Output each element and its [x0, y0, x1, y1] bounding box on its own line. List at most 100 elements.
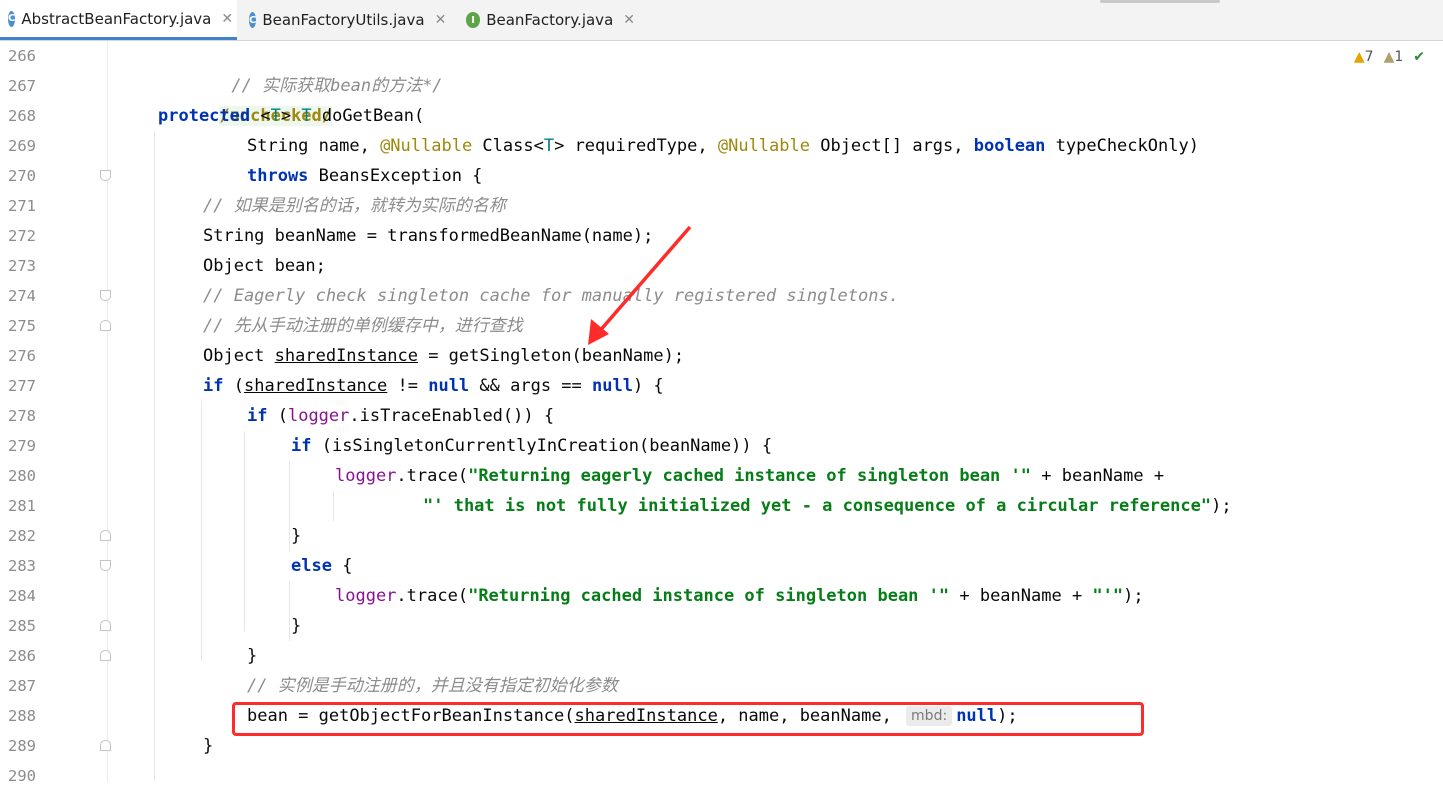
code-token: }	[291, 616, 302, 636]
code-token: }	[291, 526, 302, 546]
code-line-272[interactable]: String beanName = transformedBeanName(na…	[203, 221, 653, 251]
code-token: Object bean;	[203, 256, 326, 276]
code-token: doGetBean(	[311, 106, 425, 126]
line-number: 288	[8, 707, 36, 725]
code-token: }	[203, 736, 214, 756]
code-line-287[interactable]: // 实例是手动注册的，并且没有指定初始化参数	[247, 671, 618, 701]
code-line-266[interactable]: // 实际获取bean的方法*/	[170, 41, 442, 96]
line-number: 279	[8, 437, 36, 455]
line-number: 275	[8, 317, 36, 335]
line-number-gutter[interactable]: 266 267 268 269 270 271 272 273 274 275 …	[0, 41, 111, 785]
indent-guide	[201, 401, 202, 661]
code-line-275[interactable]: // 先从手动注册的单例缓存中，进行查找	[203, 311, 523, 341]
tab-scroll-indicator[interactable]	[1100, 0, 1220, 3]
class-icon: C	[8, 10, 16, 27]
code-token: );	[1123, 586, 1144, 606]
string-literal: "Returning cached instance of singleton …	[468, 586, 950, 606]
highlight-box	[232, 702, 1144, 736]
code-line-282[interactable]: }	[291, 521, 301, 551]
code-token: >	[280, 106, 302, 126]
code-line-286[interactable]: }	[247, 641, 257, 671]
code-line-289[interactable]: }	[203, 731, 213, 761]
code-token: !=	[387, 376, 429, 396]
field: logger	[335, 466, 397, 486]
indent-guide	[154, 131, 155, 781]
code-line-283[interactable]: else {	[291, 551, 352, 581]
code-line-278[interactable]: if (logger.isTraceEnabled()) {	[247, 401, 554, 431]
code-line-281[interactable]: "' that is not fully initialized yet - a…	[423, 491, 1232, 521]
code-line-267[interactable]: /unchecked/	[158, 71, 333, 126]
keyword: null	[428, 376, 470, 396]
code-line-277[interactable]: if (sharedInstance != null && args == nu…	[203, 371, 664, 401]
code-token: (	[223, 376, 244, 396]
code-token: Object[] args,	[809, 136, 974, 156]
comment: // 先从手动注册的单例缓存中，进行查找	[203, 316, 523, 336]
code-area[interactable]: // 实际获取bean的方法*/ /unchecked/ protected <…	[108, 41, 1443, 782]
code-token: BeansException {	[308, 166, 483, 186]
comment: // 如果是别名的话，就转为实际的名称	[203, 196, 506, 216]
variable: sharedInstance	[243, 376, 388, 396]
code-token: > requiredType,	[554, 136, 718, 156]
comment: // 实例是手动注册的，并且没有指定初始化参数	[247, 676, 618, 696]
type-param: T	[301, 106, 312, 126]
line-number: 267	[8, 77, 36, 95]
code-line-284[interactable]: logger.trace("Returning cached instance …	[335, 581, 1144, 611]
type-param: T	[270, 106, 281, 126]
code-line-276[interactable]: Object sharedInstance = getSingleton(bea…	[203, 341, 684, 371]
tab-label: AbstractBeanFactory.java	[21, 9, 212, 28]
close-icon[interactable]: ✕	[435, 12, 447, 28]
keyword: else	[291, 556, 332, 576]
code-line-274[interactable]: // Eagerly check singleton cache for man…	[203, 281, 899, 311]
line-number: 290	[8, 767, 36, 785]
code-line-280[interactable]: logger.trace("Returning eagerly cached i…	[335, 461, 1164, 491]
code-token: );	[1211, 496, 1232, 516]
code-token: + beanName +	[1031, 466, 1165, 486]
code-token: Object	[203, 346, 275, 366]
code-line-285[interactable]: }	[291, 611, 301, 641]
keyword: if	[291, 436, 312, 456]
code-token: + beanName +	[949, 586, 1093, 606]
code-line-273[interactable]: Object bean;	[203, 251, 326, 281]
line-number: 287	[8, 677, 36, 695]
field: logger	[287, 406, 350, 426]
keyword: if	[203, 376, 224, 396]
code-line-270[interactable]: throws BeansException {	[247, 161, 482, 191]
code-token: {	[331, 556, 353, 576]
code-token: .trace(	[396, 466, 469, 486]
code-token: && args ==	[469, 376, 592, 396]
tab-beanfactoryutils[interactable]: C BeanFactoryUtils.java ✕	[241, 0, 448, 40]
line-number: 276	[8, 347, 36, 365]
editor-tab-bar: C AbstractBeanFactory.java ✕ C BeanFacto…	[0, 0, 1443, 41]
keyword: boolean	[973, 136, 1046, 156]
keyword: protected	[158, 106, 251, 126]
code-line-271[interactable]: // 如果是别名的话，就转为实际的名称	[203, 191, 506, 221]
code-token: typeCheckOnly)	[1045, 136, 1199, 156]
field: logger	[335, 586, 397, 606]
line-number: 268	[8, 107, 36, 125]
indent-guide	[289, 581, 290, 641]
code-line-268[interactable]: protected <T> T doGetBean(	[158, 101, 424, 131]
code-line-279[interactable]: if (isSingletonCurrentlyInCreation(beanN…	[291, 431, 772, 461]
close-icon[interactable]: ✕	[623, 12, 635, 28]
type-param: T	[543, 136, 555, 156]
line-number: 274	[8, 287, 36, 305]
class-icon: C	[249, 12, 257, 28]
line-number: 283	[8, 557, 36, 575]
code-editor[interactable]: 266 267 268 269 270 271 272 273 274 275 …	[0, 41, 1443, 785]
keyword: if	[247, 406, 268, 426]
close-icon[interactable]: ✕	[221, 11, 233, 27]
tab-beanfactory[interactable]: I BeanFactory.java ✕	[458, 0, 643, 40]
tab-abstractbeanfactory[interactable]: C AbstractBeanFactory.java ✕	[0, 0, 237, 40]
tab-label: BeanFactoryUtils.java	[262, 11, 425, 29]
code-token: }	[247, 646, 258, 666]
code-token: .trace(	[396, 586, 469, 606]
code-token: String name,	[247, 136, 381, 156]
variable: sharedInstance	[274, 346, 418, 366]
line-number: 269	[8, 137, 36, 155]
tab-label: BeanFactory.java	[486, 11, 614, 29]
interface-icon: I	[466, 12, 481, 28]
code-line-269[interactable]: String name, @Nullable Class<T> required…	[247, 131, 1199, 161]
line-number: 271	[8, 197, 36, 215]
code-token: Class<	[472, 136, 544, 156]
code-token: = getSingleton(beanName);	[417, 346, 685, 366]
